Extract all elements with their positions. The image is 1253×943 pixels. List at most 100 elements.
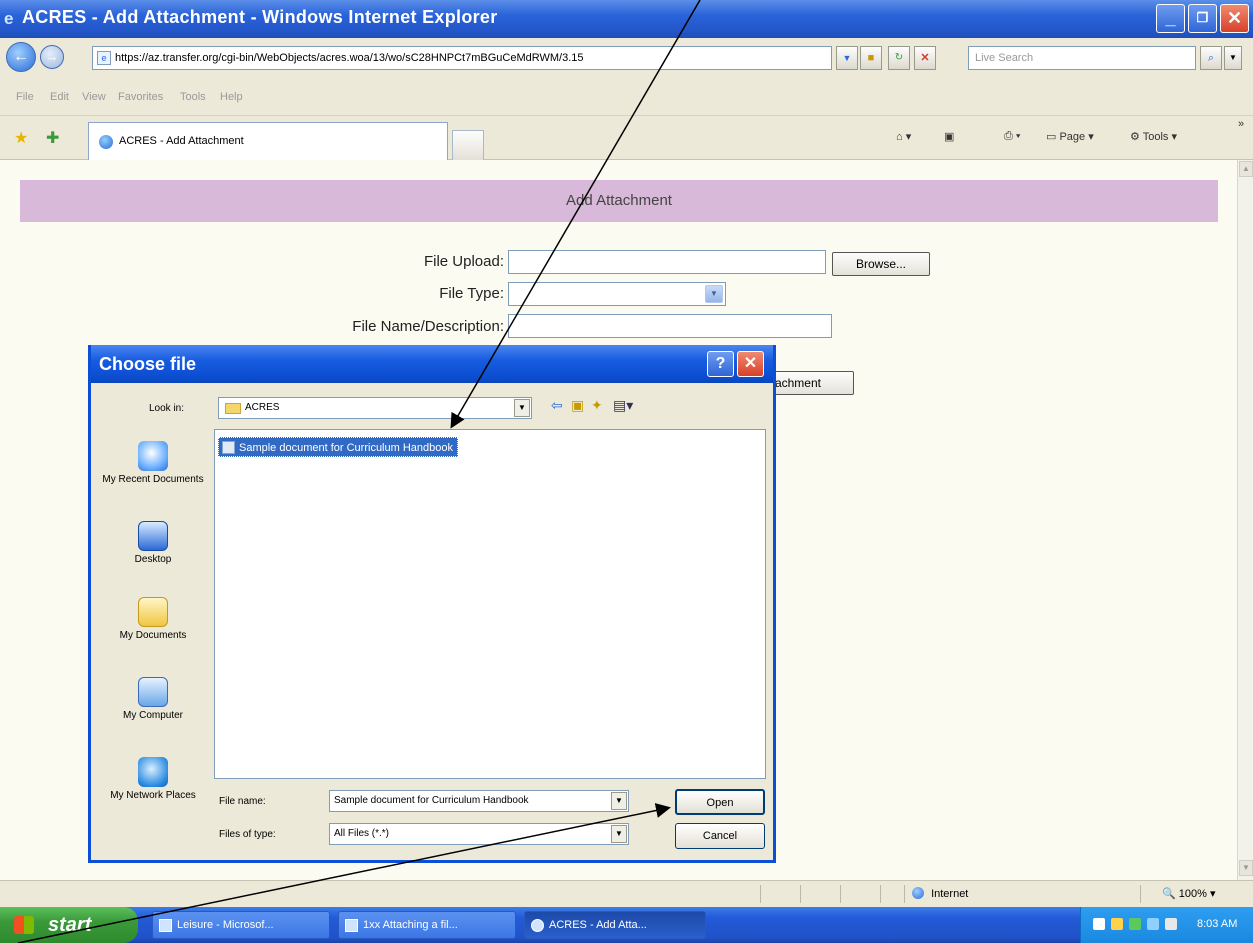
add-favorites-icon[interactable]: ✚ [46,128,59,148]
tray-network-icon[interactable] [1129,918,1141,930]
address-url: https://az.transfer.org/cgi-bin/WebObjec… [115,52,584,64]
desktop-icon [138,521,168,551]
file-item-label: Sample document for Curriculum Handbook [239,442,453,454]
lock-icon[interactable]: ■ [860,46,882,70]
menu-bar: File Edit View Favorites Tools Help [0,80,1253,116]
search-icon[interactable]: ⌕ [1200,46,1222,70]
window-title-bar[interactable]: e ACRES - Add Attachment - Windows Inter… [0,0,1253,38]
clock: 8:03 AM [1197,918,1238,930]
dialog-title-bar[interactable]: Choose file ? ✕ [91,345,773,383]
file-type-select[interactable]: ▼ [508,282,726,306]
menu-file[interactable]: File [16,91,34,103]
browse-button[interactable]: Browse... [832,252,930,276]
security-zone[interactable]: Internet [912,887,968,900]
place-label: My Computer [122,710,183,721]
page-menu-label: Page [1059,131,1086,143]
files-of-type-select[interactable]: All Files (*.*) ▼ [329,823,629,845]
tools-menu[interactable]: ⚙ Tools ▾ [1130,130,1177,143]
page-menu[interactable]: ▭ Page ▾ [1046,130,1094,143]
chevron-down-icon[interactable]: ▼ [611,825,627,843]
status-divider [904,885,905,903]
back-icon[interactable]: ← [6,42,36,72]
cancel-button[interactable]: Cancel [675,823,765,849]
zoom-level[interactable]: 🔍 100% ▾ [1162,887,1215,900]
print-icon[interactable]: ⎙ ▾ [1004,130,1020,143]
dialog-close-button[interactable]: ✕ [737,351,764,377]
taskbar-button-label: Leisure - Microsof... [177,919,274,931]
file-upload-input[interactable] [508,250,826,274]
file-name-input[interactable] [508,314,832,338]
tab-bar: ★ ✚ ACRES - Add Attachment ⌂ ▾ ▣ ⎙ ▾ ▭ P… [0,116,1253,160]
files-of-type-value: All Files (*.*) [334,828,390,839]
tab-acres[interactable]: ACRES - Add Attachment [88,122,448,160]
maximize-button[interactable]: ❐ [1188,4,1217,33]
globe-icon [912,887,924,899]
menu-favorites[interactable]: Favorites [118,91,163,103]
network-places-icon [138,757,168,787]
chevron-down-icon[interactable]: ▼ [514,399,530,417]
my-computer-icon [138,677,168,707]
place-label: My Network Places [110,790,196,801]
feeds-icon[interactable]: ▣ [944,130,954,143]
chevron-down-icon[interactable]: ▼ [705,285,723,303]
dialog-title: Choose file [99,354,197,374]
status-divider [840,885,841,903]
refresh-icon[interactable]: ↻ [888,46,910,70]
tray-update-icon[interactable] [1147,918,1159,930]
menu-help[interactable]: Help [220,91,243,103]
close-button[interactable]: ✕ [1220,4,1249,33]
file-type-label: File Type: [439,285,504,302]
list-item[interactable]: Sample document for Curriculum Handbook [218,437,458,457]
chevron-down-icon[interactable]: ▼ [611,792,627,810]
place-my-documents[interactable]: My Documents [99,597,207,641]
page-icon: e [97,51,111,65]
tray-speaker-icon[interactable] [1111,918,1123,930]
tray-app-icon[interactable] [1093,918,1105,930]
look-in-select[interactable]: ACRES ▼ [218,397,532,419]
place-network[interactable]: My Network Places [99,757,207,801]
file-name-combobox[interactable]: Sample document for Curriculum Handbook … [329,790,629,812]
status-divider [1140,885,1141,903]
vertical-scrollbar[interactable]: ▲ ▼ [1237,160,1253,880]
address-dropdown-icon[interactable]: ▼ [836,46,858,70]
taskbar-button-acres[interactable]: ACRES - Add Atta... [524,911,706,939]
forward-icon[interactable]: → [40,45,64,69]
place-desktop[interactable]: Desktop [99,521,207,565]
place-recent-documents[interactable]: My Recent Documents [99,441,207,485]
view-menu-icon[interactable]: ▤▾ [613,397,633,414]
menu-tools[interactable]: Tools [180,91,206,103]
tab-favicon-icon [99,135,113,149]
help-button[interactable]: ? [707,351,734,377]
open-button[interactable]: Open [675,789,765,815]
place-my-computer[interactable]: My Computer [99,677,207,721]
folder-icon [225,403,241,414]
stop-icon[interactable]: ✕ [914,46,936,70]
taskbar-button-leisure[interactable]: Leisure - Microsof... [152,911,330,939]
file-name-value: Sample document for Curriculum Handbook [334,795,529,806]
places-bar: My Recent Documents Desktop My Documents… [99,427,207,847]
search-options-icon[interactable]: ▼ [1224,46,1242,70]
scroll-up-icon[interactable]: ▲ [1239,161,1253,177]
new-folder-icon[interactable]: ✦ [591,397,603,414]
file-list[interactable]: Sample document for Curriculum Handbook [214,429,766,779]
window-title: ACRES - Add Attachment - Windows Interne… [22,7,498,27]
tray-security-icon[interactable] [1165,918,1177,930]
recent-documents-icon [138,441,168,471]
taskbar-button-attaching[interactable]: 1xx Attaching a fil... [338,911,516,939]
menu-view[interactable]: View [82,91,106,103]
scroll-down-icon[interactable]: ▼ [1239,860,1253,876]
document-icon [222,441,235,454]
back-arrow-icon[interactable]: ⇦ [551,397,563,414]
search-input[interactable]: Live Search [968,46,1196,70]
taskbar: start Leisure - Microsof... 1xx Attachin… [0,907,1253,943]
new-tab-button[interactable] [452,130,484,160]
minimize-button[interactable]: _ [1156,4,1185,33]
menu-edit[interactable]: Edit [50,91,69,103]
chevron-icon[interactable]: » [1238,118,1244,130]
start-button[interactable]: start [0,907,138,943]
address-input[interactable]: e https://az.transfer.org/cgi-bin/WebObj… [92,46,832,70]
up-folder-icon[interactable]: ▣ [571,397,584,414]
favorites-star-icon[interactable]: ★ [14,128,28,148]
file-upload-label: File Upload: [423,253,504,270]
home-icon[interactable]: ⌂ ▾ [896,130,911,143]
